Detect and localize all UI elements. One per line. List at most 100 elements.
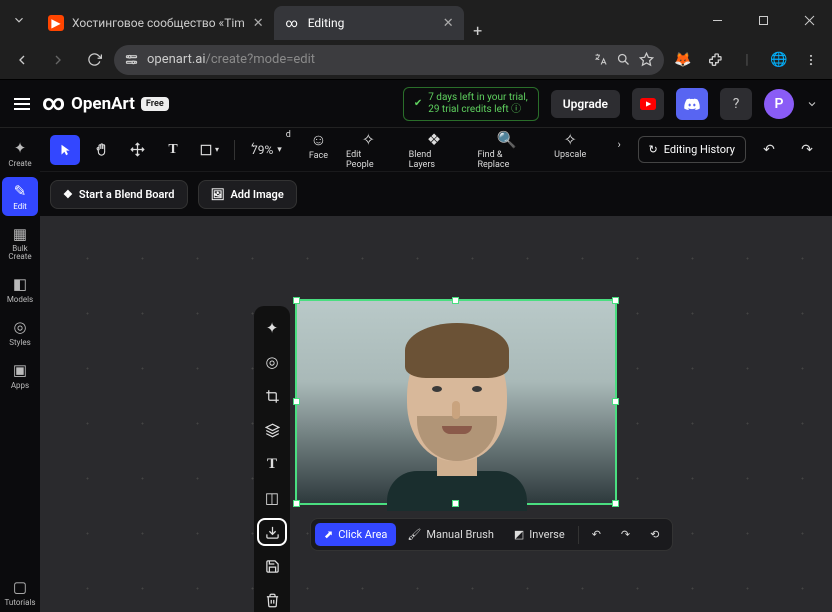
start-blend-board-button[interactable]: ❖Start a Blend Board bbox=[50, 180, 188, 209]
text-layer-tool[interactable]: T bbox=[257, 450, 287, 478]
hand-tool[interactable] bbox=[86, 135, 116, 165]
user-avatar[interactable]: P bbox=[764, 89, 794, 119]
account-menu-chevron[interactable] bbox=[806, 98, 818, 110]
ctx-redo-button[interactable]: ↷ bbox=[612, 523, 639, 546]
layers-tool[interactable] bbox=[257, 416, 287, 444]
address-bar[interactable]: openart.ai/create?mode=edit bbox=[114, 45, 664, 75]
save-tool[interactable] bbox=[257, 552, 287, 580]
brand-logo[interactable]: ∞ OpenArt Free bbox=[42, 91, 169, 116]
infinity-icon: ∞ bbox=[42, 91, 65, 116]
secondary-actions: ❖Start a Blend Board 🖼Add Image bbox=[40, 172, 832, 216]
editor-region: ✦Create ✎Edit ▦Bulk Create ◧Models ◎Styl… bbox=[0, 128, 832, 612]
move-tool[interactable] bbox=[122, 135, 152, 165]
text-tool[interactable]: T bbox=[158, 135, 188, 165]
tc-find-replace[interactable]: 🔍Find & Replace bbox=[477, 130, 536, 170]
models-icon: ◧ bbox=[13, 275, 27, 293]
spiral-tool[interactable]: ◎ bbox=[257, 348, 287, 376]
extension-metamask-icon[interactable]: 🦊 bbox=[668, 45, 698, 75]
new-tab-button[interactable]: + bbox=[464, 21, 492, 40]
crop-tool[interactable] bbox=[257, 382, 287, 410]
toolbar-separator bbox=[234, 140, 235, 160]
close-tab-icon[interactable]: ✕ bbox=[253, 16, 264, 31]
apps-icon: ▣ bbox=[13, 361, 27, 379]
check-icon: ✔ bbox=[414, 98, 422, 110]
pointer-tool[interactable] bbox=[50, 135, 80, 165]
forward-button[interactable] bbox=[42, 44, 74, 76]
scroll-left-button[interactable]: ‹ bbox=[238, 130, 268, 160]
resize-handle-tm[interactable] bbox=[452, 297, 459, 304]
click-area-button[interactable]: ⬈ Click Area bbox=[315, 523, 396, 546]
youtube-button[interactable] bbox=[632, 88, 664, 120]
resize-handle-ml[interactable] bbox=[293, 398, 300, 405]
resize-handle-bl[interactable] bbox=[293, 500, 300, 507]
rail-edit[interactable]: ✎Edit bbox=[2, 177, 38, 216]
upgrade-button[interactable]: Upgrade bbox=[551, 90, 620, 118]
bookmark-icon[interactable] bbox=[639, 52, 654, 67]
translate-icon[interactable] bbox=[593, 52, 608, 67]
browser-menu-button[interactable] bbox=[796, 45, 826, 75]
editing-history-button[interactable]: ↻Editing History bbox=[638, 136, 747, 163]
profile-icon[interactable]: 🌐 bbox=[764, 45, 794, 75]
info-icon: ⓘ bbox=[511, 104, 521, 115]
zoom-indicator-icon[interactable] bbox=[616, 52, 631, 67]
rail-create[interactable]: ✦Create bbox=[2, 134, 38, 173]
delete-tool[interactable] bbox=[257, 586, 287, 612]
tc-upscale[interactable]: ✧Upscale bbox=[554, 130, 586, 170]
tab-search-button[interactable] bbox=[0, 0, 38, 40]
back-button[interactable] bbox=[6, 44, 38, 76]
extension-icons: 🦊 | 🌐 bbox=[668, 45, 826, 75]
extensions-button[interactable] bbox=[700, 45, 730, 75]
resize-handle-tl[interactable] bbox=[293, 297, 300, 304]
rail-styles[interactable]: ◎Styles bbox=[2, 313, 38, 352]
history-icon: ↻ bbox=[649, 143, 658, 156]
inverse-button[interactable]: ◩Inverse bbox=[505, 523, 574, 546]
tc-edit-people[interactable]: ✧Edit People bbox=[346, 130, 391, 170]
scroll-right-button[interactable]: › bbox=[604, 130, 634, 160]
reload-button[interactable] bbox=[78, 44, 110, 76]
layers-icon: ❖ bbox=[427, 130, 441, 149]
trial-line1: 7 days left in your trial, bbox=[428, 92, 528, 104]
ctx-label: Click Area bbox=[338, 528, 387, 541]
help-button[interactable]: ? bbox=[720, 88, 752, 120]
ctx-reset-button[interactable]: ⟲ bbox=[641, 523, 668, 546]
maximize-button[interactable] bbox=[740, 0, 786, 40]
extension-separator: | bbox=[732, 45, 762, 75]
add-image-button[interactable]: 🖼Add Image bbox=[198, 180, 297, 209]
search-icon: 🔍 bbox=[497, 130, 517, 149]
canvas[interactable]: ✦ ◎ T ◫ ⬈ Click Area 🖌Manual Brush ◩Inver… bbox=[40, 216, 832, 612]
shape-tool[interactable]: ▾ bbox=[194, 135, 224, 165]
browser-tab-active[interactable]: ∞ Editing ✕ bbox=[274, 6, 464, 40]
rail-apps[interactable]: ▣Apps bbox=[2, 356, 38, 395]
rail-label: Create bbox=[8, 159, 31, 168]
shapes-tool[interactable]: ◫ bbox=[257, 484, 287, 512]
browser-tab-inactive[interactable]: ▶ Хостинговое сообщество «Tim ✕ bbox=[38, 6, 274, 40]
inverse-icon: ◩ bbox=[514, 528, 524, 541]
close-tab-icon[interactable]: ✕ bbox=[443, 16, 454, 31]
redo-button[interactable]: ↷ bbox=[792, 135, 822, 165]
close-window-button[interactable] bbox=[786, 0, 832, 40]
download-tool[interactable] bbox=[257, 518, 287, 546]
rail-bulk-create[interactable]: ▦Bulk Create bbox=[2, 220, 38, 266]
selected-image[interactable] bbox=[295, 299, 617, 505]
cursor-icon: ⬈ bbox=[324, 528, 333, 541]
trial-banner[interactable]: ✔ 7 days left in your trial, 29 trial cr… bbox=[403, 87, 539, 121]
resize-handle-bm[interactable] bbox=[452, 500, 459, 507]
tc-face[interactable]: ☺Face bbox=[309, 130, 328, 170]
resize-handle-tr[interactable] bbox=[612, 297, 619, 304]
rail-models[interactable]: ◧ Models bbox=[2, 270, 38, 309]
tc-d[interactable]: d bbox=[286, 130, 291, 170]
manual-brush-button[interactable]: 🖌Manual Brush bbox=[398, 523, 502, 546]
menu-button[interactable] bbox=[14, 98, 30, 110]
rail-label: Models bbox=[7, 295, 33, 304]
undo-button[interactable]: ↶ bbox=[754, 135, 784, 165]
rail-tutorials[interactable]: ▢Tutorials bbox=[2, 573, 38, 612]
site-settings-icon[interactable] bbox=[124, 52, 139, 67]
editor-main: T ▾ 79%▾ ‹ d ☺Face ✧Edit People ❖Blend L… bbox=[40, 128, 832, 612]
discord-button[interactable] bbox=[676, 88, 708, 120]
minimize-button[interactable] bbox=[694, 0, 740, 40]
magic-select-tool[interactable]: ✦ bbox=[257, 314, 287, 342]
resize-handle-mr[interactable] bbox=[612, 398, 619, 405]
resize-handle-br[interactable] bbox=[612, 500, 619, 507]
tc-blend-layers[interactable]: ❖Blend Layers bbox=[409, 130, 460, 170]
ctx-undo-button[interactable]: ↶ bbox=[583, 523, 610, 546]
